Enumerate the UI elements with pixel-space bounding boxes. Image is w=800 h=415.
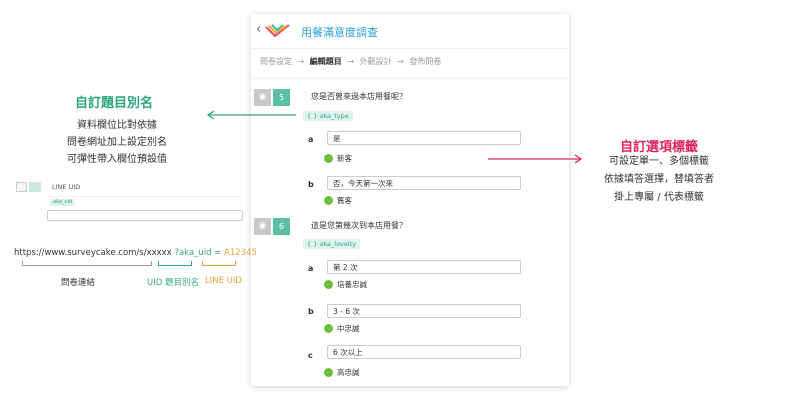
label-line-uid: LINE UID <box>205 276 242 286</box>
divider <box>48 196 241 197</box>
url-example: https://www.surveycake.com/s/xxxxx ?aka_… <box>14 248 257 258</box>
field-label: LINE UID <box>52 183 81 191</box>
bracket-param <box>158 261 192 266</box>
right-arrow <box>488 154 583 164</box>
url-param: ?aka_uid = <box>174 248 222 258</box>
url-value: A12345 <box>224 248 257 258</box>
field-settings-icon <box>16 182 27 192</box>
bracket-value <box>202 261 236 266</box>
right-annotation-text: 可設定單一、多個標籤 依據填答選擇，替填答者 掛上專屬 / 代表標籤 <box>595 153 723 207</box>
label-uid-alias: UID 題目別名 <box>147 278 199 288</box>
annotation-arrows <box>206 110 583 164</box>
annotation-line: 依據填答選擇，替填答者 <box>604 174 714 185</box>
annotation-line: 可設定單一、多個標籤 <box>609 156 709 167</box>
bracket-base <box>22 261 152 266</box>
field-number-badge <box>29 182 41 192</box>
label-survey-link: 問卷連結 <box>61 278 96 288</box>
field-alias-badge: aka_uid <box>50 199 76 206</box>
left-arrow <box>206 110 296 120</box>
url-base: https://www.surveycake.com/s/xxxxx <box>14 248 172 258</box>
field-input[interactable] <box>47 210 243 221</box>
annotation-line: 掛上專屬 / 代表標籤 <box>614 192 704 203</box>
